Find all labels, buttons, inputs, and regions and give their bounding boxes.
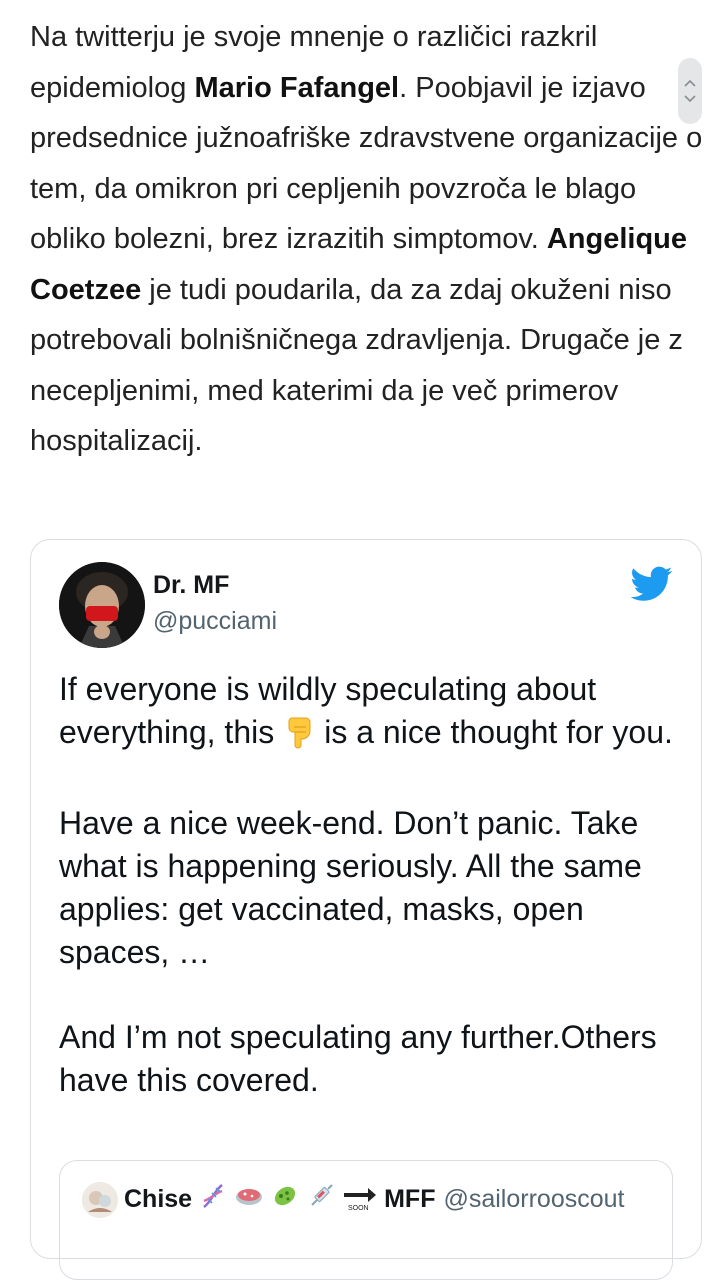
tweet-author-handle[interactable]: @pucciami xyxy=(153,607,277,636)
twitter-bird-icon[interactable] xyxy=(631,566,673,602)
tweet-paragraph-2: Have a nice week-end. Don’t panic. Take … xyxy=(59,805,642,970)
svg-text:SOON: SOON xyxy=(348,1205,369,1211)
quoted-tweet-header: Chise SOON MFF @sailorrooscout xyxy=(82,1181,624,1218)
quoted-author-handle[interactable]: @sailorrooscout xyxy=(443,1185,624,1214)
tweet-text-part: is a nice thought for you. xyxy=(324,714,673,750)
quoted-author-name-suffix[interactable]: MFF xyxy=(384,1185,435,1214)
petri-dish-emoji xyxy=(234,1181,264,1218)
pointing-down-emoji xyxy=(282,715,316,760)
microbe-emoji xyxy=(270,1181,300,1218)
tweet-text: If everyone is wildly speculating about … xyxy=(59,668,689,1102)
person-link-mario-fafangel[interactable]: Mario Fafangel xyxy=(194,72,399,104)
article-paragraph: Na twitterju je svoje mnenje o različici… xyxy=(30,12,705,467)
avatar[interactable] xyxy=(59,562,145,648)
tweet-author-name[interactable]: Dr. MF xyxy=(153,571,229,600)
tweet-paragraph-1: If everyone is wildly speculating about … xyxy=(59,668,689,760)
syringe-emoji xyxy=(306,1181,336,1218)
scroll-handle[interactable] xyxy=(678,58,702,124)
tweet-paragraph-3: And I’m not speculating any further.Othe… xyxy=(59,1019,657,1098)
embedded-tweet[interactable]: Dr. MF @pucciami If everyone is wildly s… xyxy=(30,539,702,1280)
quoted-author-name[interactable]: Chise xyxy=(124,1185,192,1214)
chevron-down-icon xyxy=(684,95,696,103)
chevron-up-icon xyxy=(684,79,696,87)
soon-arrow-emoji: SOON xyxy=(342,1181,378,1218)
quoted-tweet[interactable]: Chise SOON MFF @sailorrooscout xyxy=(59,1160,673,1280)
dna-emoji xyxy=(198,1181,228,1218)
quoted-avatar[interactable] xyxy=(82,1181,118,1218)
